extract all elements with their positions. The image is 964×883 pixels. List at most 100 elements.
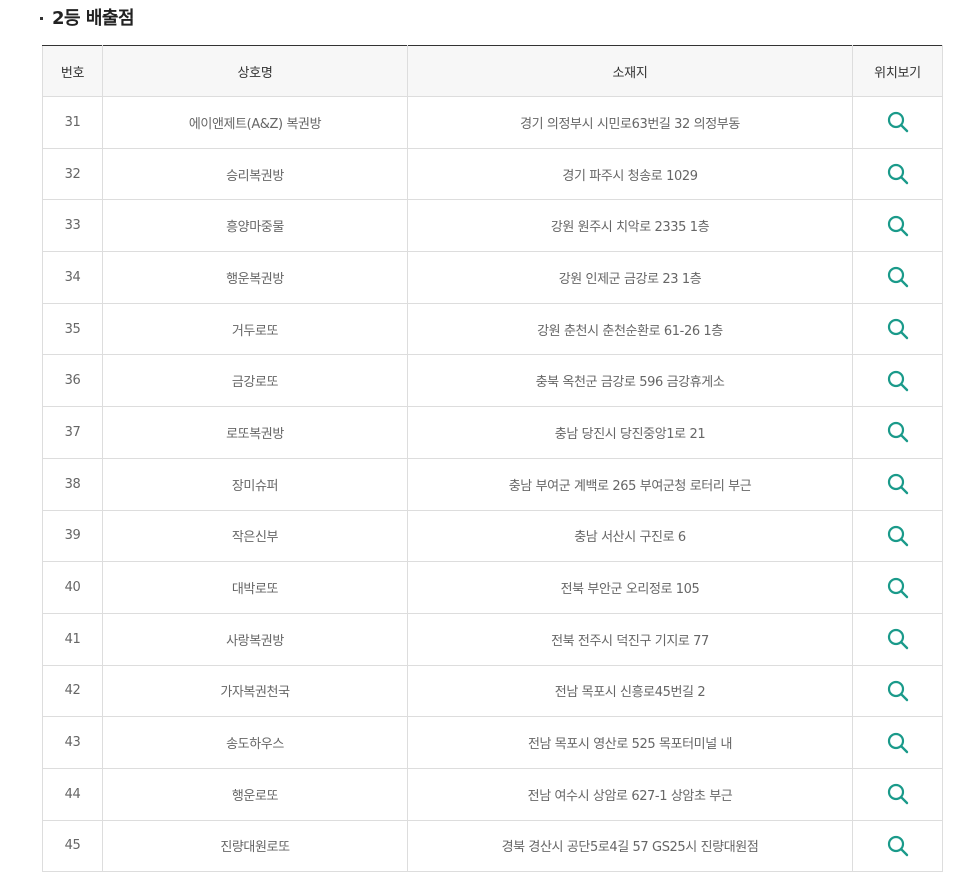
table-header: 번호 상호명 소재지 위치보기 — [42, 45, 943, 97]
header-location: 위치보기 — [852, 45, 943, 97]
table-row: 44 행운로또 전남 여수시 상암로 627-1 상암초 부근 — [42, 767, 943, 821]
table-row: 33 흥양마중물 강원 원주시 치악로 2335 1층 — [42, 199, 943, 253]
search-icon — [887, 112, 908, 133]
cell-store-name: 행운로또 — [102, 767, 408, 821]
cell-store-name: 사랑복권방 — [102, 612, 408, 666]
cell-address: 강원 춘천시 춘천순환로 61-26 1층 — [407, 302, 853, 356]
table-row: 34 행운복권방 강원 인제군 금강로 23 1층 — [42, 251, 943, 304]
cell-store-name: 장미슈퍼 — [102, 457, 408, 511]
table-row: 40 대박로또 전북 부안군 오리정로 105 — [42, 561, 943, 614]
search-icon — [887, 474, 908, 495]
cell-store-name: 거두로또 — [102, 302, 408, 356]
search-icon — [887, 732, 908, 753]
view-location-button[interactable] — [884, 729, 912, 757]
table-body: 31 에이앤제트(A&Z) 복권방 경기 의정부시 시민로63번길 32 의정부동 3… — [42, 96, 943, 873]
cell-store-name: 진량대원로또 — [102, 819, 408, 873]
table-row: 42 가자복권천국 전남 목포시 신흥로45번길 2 — [42, 664, 943, 718]
search-icon — [887, 215, 908, 236]
cell-no: 44 — [42, 767, 103, 821]
search-icon — [887, 370, 908, 391]
view-location-button[interactable] — [884, 470, 912, 498]
view-location-button[interactable] — [884, 677, 912, 705]
cell-address: 전북 전주시 덕진구 기지로 77 — [407, 612, 853, 666]
cell-store-name: 행운복권방 — [102, 251, 408, 304]
table-header-row: 번호 상호명 소재지 위치보기 — [42, 45, 943, 97]
cell-address: 경기 의정부시 시민로63번길 32 의정부동 — [407, 96, 853, 149]
cell-location — [852, 96, 943, 149]
cell-no: 32 — [42, 147, 103, 201]
cell-no: 40 — [42, 561, 103, 614]
table-row: 37 로또복권방 충남 당진시 당진중앙1로 21 — [42, 406, 943, 459]
cell-address: 충북 옥천군 금강로 596 금강휴게소 — [407, 354, 853, 408]
cell-store-name: 송도하우스 — [102, 716, 408, 769]
cell-location — [852, 199, 943, 253]
cell-location — [852, 147, 943, 201]
cell-no: 42 — [42, 664, 103, 718]
cell-address: 경북 경산시 공단5로4길 57 GS25시 진량대원점 — [407, 819, 853, 873]
cell-location — [852, 767, 943, 821]
cell-address: 충남 부여군 계백로 265 부여군청 로터리 부근 — [407, 457, 853, 511]
view-location-button[interactable] — [884, 522, 912, 550]
cell-address: 전북 부안군 오리정로 105 — [407, 561, 853, 614]
cell-location — [852, 716, 943, 769]
cell-address: 전남 목포시 영산로 525 목포터미널 내 — [407, 716, 853, 769]
cell-store-name: 가자복권천국 — [102, 664, 408, 718]
cell-address: 전남 목포시 신흥로45번길 2 — [407, 664, 853, 718]
view-location-button[interactable] — [884, 212, 912, 240]
view-location-button[interactable] — [884, 160, 912, 188]
search-icon — [887, 577, 908, 598]
cell-location — [852, 406, 943, 459]
search-icon — [887, 629, 908, 650]
table-row: 39 작은신부 충남 서산시 구진로 6 — [42, 509, 943, 563]
table-row: 35 거두로또 강원 춘천시 춘천순환로 61-26 1층 — [42, 302, 943, 356]
cell-location — [852, 819, 943, 873]
view-location-button[interactable] — [884, 574, 912, 602]
table-row: 31 에이앤제트(A&Z) 복권방 경기 의정부시 시민로63번길 32 의정부동 — [42, 96, 943, 149]
header-no: 번호 — [42, 45, 103, 97]
search-icon — [887, 835, 908, 857]
search-icon — [887, 163, 908, 185]
cell-no: 41 — [42, 612, 103, 666]
cell-store-name: 로또복권방 — [102, 406, 408, 459]
header-address: 소재지 — [407, 45, 853, 97]
cell-store-name: 에이앤제트(A&Z) 복권방 — [102, 96, 408, 149]
cell-location — [852, 664, 943, 718]
header-name: 상호명 — [102, 45, 408, 97]
cell-store-name: 대박로또 — [102, 561, 408, 614]
cell-location — [852, 354, 943, 408]
view-location-button[interactable] — [884, 625, 912, 653]
table-row: 45 진량대원로또 경북 경산시 공단5로4길 57 GS25시 진량대원점 — [42, 819, 943, 873]
search-icon — [887, 680, 908, 702]
table-row: 41 사랑복권방 전북 전주시 덕진구 기지로 77 — [42, 612, 943, 666]
cell-no: 43 — [42, 716, 103, 769]
cell-no: 35 — [42, 302, 103, 356]
search-icon — [887, 318, 908, 340]
cell-location — [852, 509, 943, 563]
view-location-button[interactable] — [884, 780, 912, 808]
cell-no: 36 — [42, 354, 103, 408]
search-icon — [887, 267, 908, 288]
search-icon — [887, 422, 908, 443]
bullet-icon — [40, 16, 43, 20]
search-icon — [887, 784, 908, 805]
section-title: 2등 배출점 — [40, 3, 135, 31]
cell-store-name: 작은신부 — [102, 509, 408, 563]
cell-address: 충남 당진시 당진중앙1로 21 — [407, 406, 853, 459]
view-location-button[interactable] — [884, 108, 912, 136]
cell-no: 34 — [42, 251, 103, 304]
cell-address: 전남 여수시 상암로 627-1 상암초 부근 — [407, 767, 853, 821]
view-location-button[interactable] — [884, 418, 912, 446]
cell-no: 37 — [42, 406, 103, 459]
cell-no: 38 — [42, 457, 103, 511]
view-location-button[interactable] — [884, 263, 912, 291]
cell-no: 33 — [42, 199, 103, 253]
view-location-button[interactable] — [884, 367, 912, 395]
cell-address: 강원 인제군 금강로 23 1층 — [407, 251, 853, 304]
view-location-button[interactable] — [884, 315, 912, 343]
search-icon — [887, 525, 908, 547]
second-prize-store-table: 번호 상호명 소재지 위치보기 31 에이앤제트(A&Z) 복권방 경기 의정부시 … — [42, 45, 943, 873]
table-row: 32 승리복권방 경기 파주시 청송로 1029 — [42, 147, 943, 201]
cell-address: 충남 서산시 구진로 6 — [407, 509, 853, 563]
cell-no: 39 — [42, 509, 103, 563]
view-location-button[interactable] — [884, 832, 912, 860]
